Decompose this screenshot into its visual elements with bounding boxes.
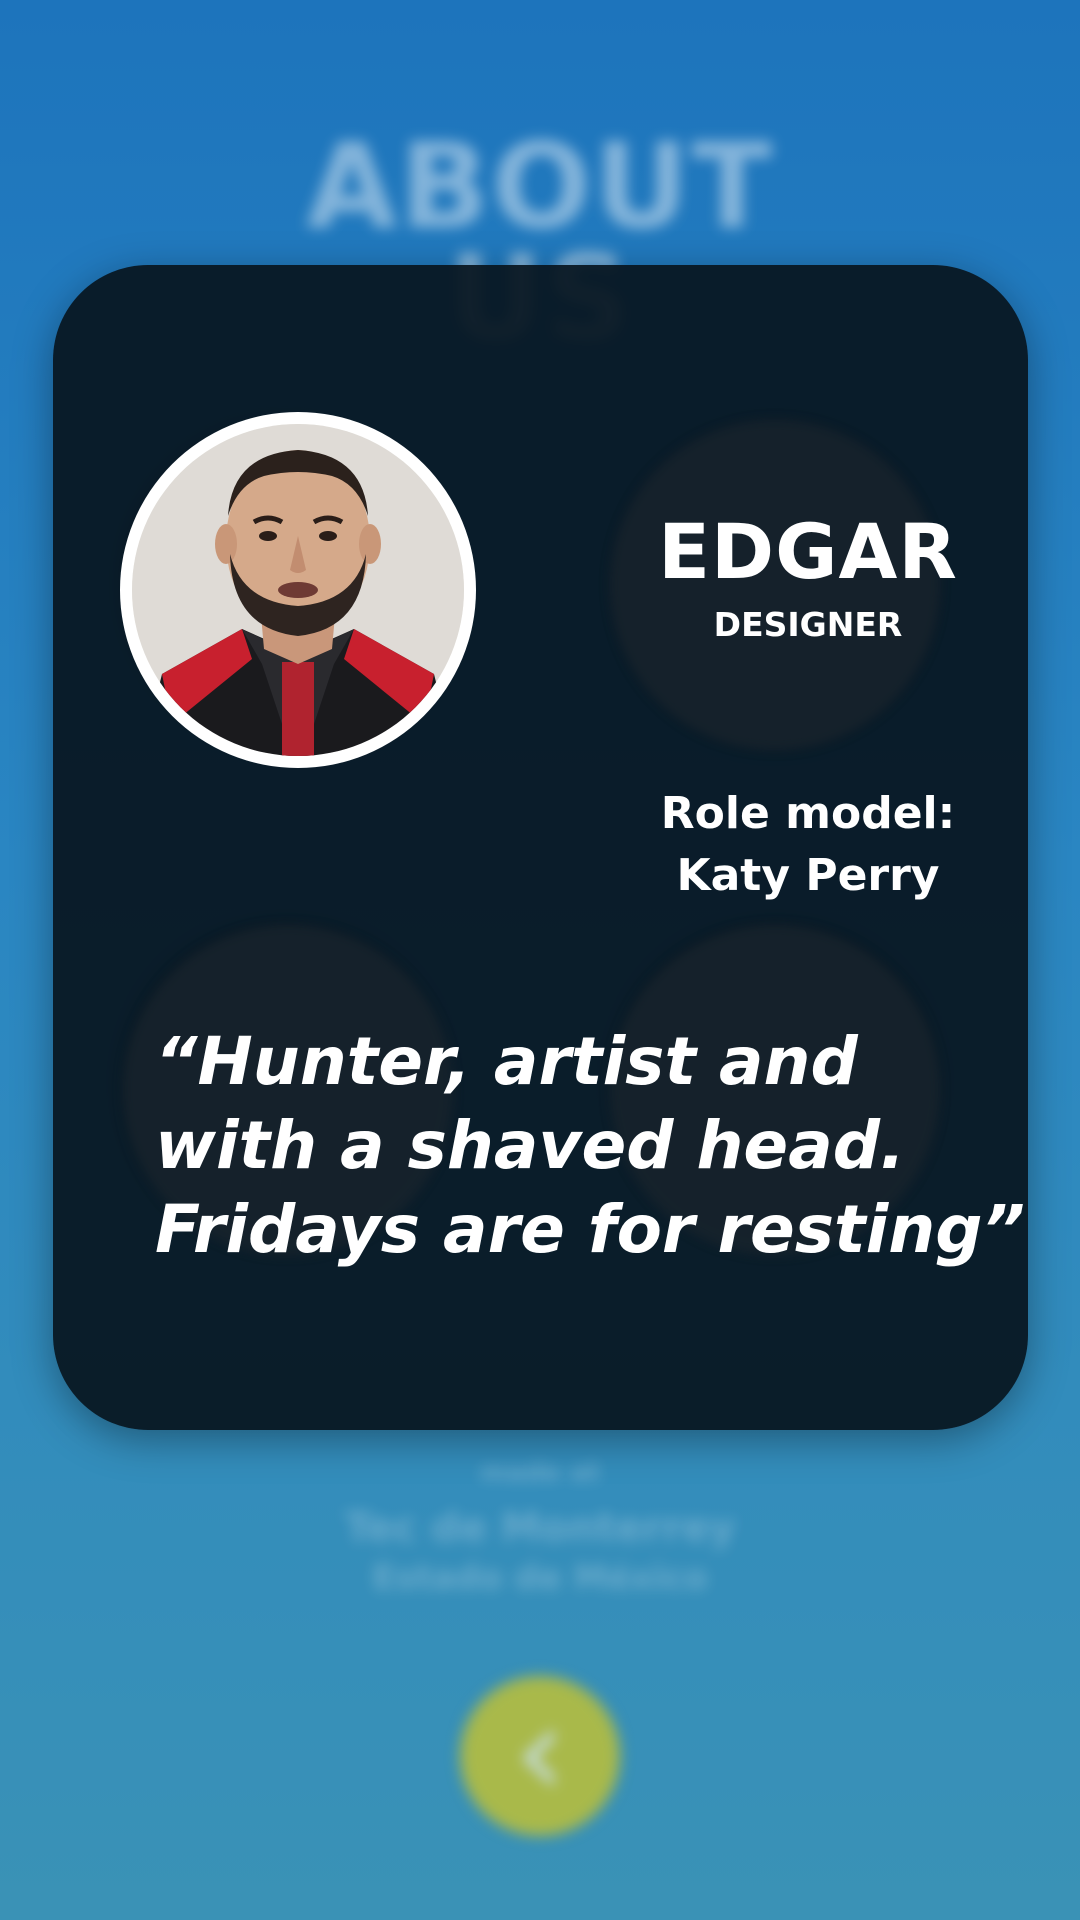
back-button[interactable]: ‹ [460,1676,620,1836]
member-quote: “Hunter, artist and with a shaved head. … [155,1020,1025,1272]
role-model-label: Role model: [660,788,956,839]
profile-photo-image [132,424,464,756]
quote-line: with a shaved head. [155,1107,906,1184]
footer-made-at: made at [480,1458,600,1488]
profile-photo [120,412,476,768]
footer-school: Tec de Monterrey [344,1505,736,1551]
member-role: DESIGNER [713,605,903,644]
member-name: EDGAR [658,507,958,596]
ghost-caption [98,785,498,835]
role-model: Role model: Katy Perry [593,783,1023,907]
chevron-left-icon: ‹ [514,1675,566,1827]
footer-campus: Estado de México [372,1558,708,1598]
quote-line: “Hunter, artist and [155,1023,858,1100]
page-title-line-1: ABOUT [306,117,774,255]
profile-card: EDGAR DESIGNER Role model: Katy Perry “H… [53,265,1028,1430]
role-model-value: Katy Perry [676,850,940,901]
quote-line: Fridays are for resting” [155,1191,1025,1268]
